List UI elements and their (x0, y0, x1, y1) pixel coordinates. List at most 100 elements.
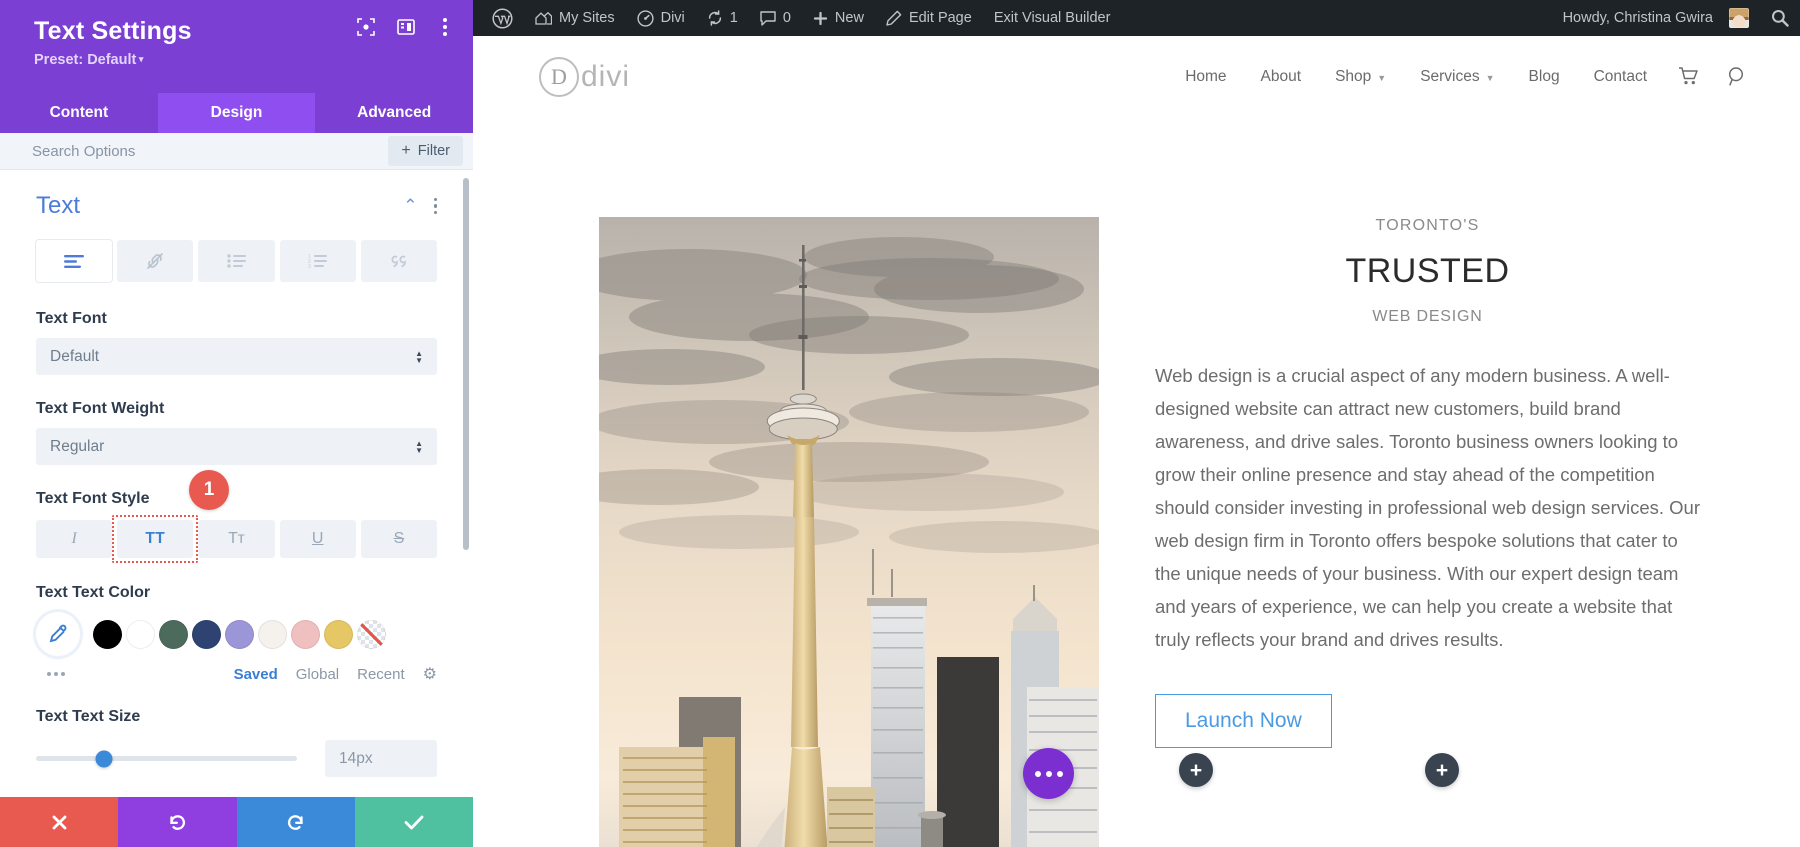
divi-visual-builder: Text Settings Preset: Default ▾ Content … (0, 0, 1800, 847)
menu-item-shop[interactable]: Shop ▼ (1318, 68, 1403, 86)
color-swatch[interactable] (291, 619, 320, 649)
cancel-button[interactable] (0, 797, 119, 847)
eyedropper-icon[interactable] (36, 612, 80, 656)
blockquote-icon[interactable] (360, 240, 438, 282)
color-tab-global[interactable]: Global (296, 666, 339, 683)
menu-item-about[interactable]: About (1244, 68, 1319, 86)
comments-icon (760, 10, 776, 26)
eyebrow-text: TORONTO'S (1375, 217, 1480, 234)
page-canvas: TORONTO'S TRUSTED WEB DESIGN Web design … (473, 117, 1800, 847)
section-header: Text ⌃ (36, 192, 437, 220)
section-more-vertical-icon[interactable] (433, 197, 437, 215)
toronto-skyline-image[interactable] (599, 217, 1099, 847)
text-font-select[interactable]: Default ▲ ▼ (36, 338, 437, 375)
exit-visual-builder-button[interactable]: Exit Visual Builder (983, 0, 1122, 36)
text-font-weight-select[interactable]: Regular ▲ ▼ (36, 428, 437, 465)
color-swatch[interactable] (126, 619, 155, 649)
color-swatch[interactable] (225, 619, 254, 649)
text-size-value[interactable]: 14px (325, 740, 437, 777)
wordpress-admin-bar: My Sites Divi 1 0 New Edit Page Exit Vis… (473, 0, 1800, 36)
color-tab-recent[interactable]: Recent (357, 666, 405, 683)
text-settings-panel: Text Settings Preset: Default ▾ Content … (0, 0, 473, 847)
pencil-icon (886, 10, 902, 26)
image-column (599, 217, 1099, 847)
updates-menu[interactable]: 1 (696, 0, 749, 36)
slider-handle[interactable] (95, 750, 113, 767)
color-swatch[interactable] (258, 619, 287, 649)
wordpress-logo-icon[interactable] (481, 0, 524, 36)
module-settings-fab[interactable] (1023, 748, 1074, 799)
divi-menu[interactable]: Divi (626, 0, 696, 36)
chevron-down-icon: ▾ (136, 54, 144, 64)
sites-icon (535, 11, 552, 25)
color-tab-saved[interactable]: Saved (234, 666, 278, 683)
my-sites-menu[interactable]: My Sites (524, 0, 626, 36)
italic-icon[interactable]: I (36, 520, 113, 558)
preset-selector[interactable]: Preset: Default ▾ (34, 52, 451, 68)
color-swatch[interactable] (159, 619, 188, 649)
chevron-up-icon[interactable]: ⌃ (403, 196, 417, 216)
panel-layout-icon[interactable] (397, 18, 415, 36)
text-column: TORONTO'S TRUSTED WEB DESIGN Web design … (1099, 217, 1800, 847)
text-font-weight-value: Regular (50, 437, 105, 455)
avatar (1729, 8, 1749, 28)
tab-content[interactable]: Content (0, 93, 158, 133)
edit-page-menu[interactable]: Edit Page (875, 0, 983, 36)
color-swatch[interactable] (192, 619, 221, 649)
add-module-button[interactable]: + (1425, 753, 1459, 787)
more-horizontal-icon[interactable] (47, 672, 65, 676)
add-module-button[interactable]: + (1179, 753, 1213, 787)
text-font-style-options: I TT Tт U S (36, 515, 438, 563)
menu-item-contact[interactable]: Contact (1577, 68, 1664, 86)
logo-wordmark: divi (581, 59, 631, 93)
main-menu: Home About Shop ▼ Services ▼ Blog Contact (1168, 66, 1762, 87)
menu-item-services[interactable]: Services ▼ (1403, 68, 1511, 86)
panel-action-bar (0, 797, 473, 847)
logo-mark: D (539, 56, 579, 97)
menu-item-home[interactable]: Home (1168, 68, 1243, 86)
text-text-size-label: Text Text Size (36, 708, 141, 725)
text-size-slider[interactable] (36, 750, 297, 767)
color-swatch[interactable] (93, 619, 122, 649)
search-row: + Filter (0, 133, 473, 170)
underline-icon[interactable]: U (279, 520, 356, 558)
strikethrough-icon[interactable]: S (360, 520, 438, 558)
search-icon[interactable] (1713, 66, 1762, 87)
cart-icon[interactable] (1664, 67, 1713, 86)
redo-button[interactable] (236, 797, 355, 847)
menu-item-blog[interactable]: Blog (1512, 68, 1577, 86)
ordered-list-icon[interactable]: 123 (279, 240, 356, 282)
text-font-weight-label: Text Font Weight (36, 400, 165, 417)
tab-advanced[interactable]: Advanced (315, 93, 473, 133)
panel-scrollbar[interactable] (463, 178, 469, 550)
save-button[interactable] (354, 797, 473, 847)
unordered-list-icon[interactable] (198, 240, 275, 282)
divi-logo[interactable]: D divi (539, 56, 631, 97)
more-vertical-icon[interactable] (437, 16, 453, 38)
comments-menu[interactable]: 0 (749, 0, 802, 36)
focus-frame-icon[interactable] (357, 18, 375, 36)
color-meta-row: Saved Global Recent ⚙ (36, 664, 437, 684)
search-icon[interactable] (1760, 0, 1800, 36)
filter-button-label: Filter (417, 143, 450, 159)
gear-icon[interactable]: ⚙ (423, 664, 437, 684)
color-swatch-row (36, 612, 437, 656)
color-swatch-transparent[interactable] (357, 619, 386, 649)
capitalize-icon[interactable]: Tт (198, 520, 275, 558)
howdy-label: Howdy, Christina Gwira (1562, 10, 1713, 26)
color-swatch[interactable] (324, 619, 353, 649)
link-icon[interactable] (117, 240, 194, 282)
text-align-icon[interactable] (36, 240, 113, 282)
new-menu[interactable]: New (802, 0, 875, 36)
account-menu[interactable]: Howdy, Christina Gwira (1552, 0, 1760, 36)
text-text-color-label: Text Text Color (36, 584, 151, 601)
status-badge: 1 (189, 470, 229, 510)
tab-design[interactable]: Design (157, 93, 316, 133)
divi-label: Divi (660, 10, 685, 26)
filter-button[interactable]: + Filter (388, 136, 463, 166)
undo-button[interactable] (118, 797, 237, 847)
exit-visual-builder-label: Exit Visual Builder (993, 10, 1111, 26)
uppercase-icon[interactable]: TT (112, 515, 199, 563)
launch-now-button[interactable]: Launch Now (1155, 694, 1332, 748)
search-input[interactable] (32, 142, 389, 160)
